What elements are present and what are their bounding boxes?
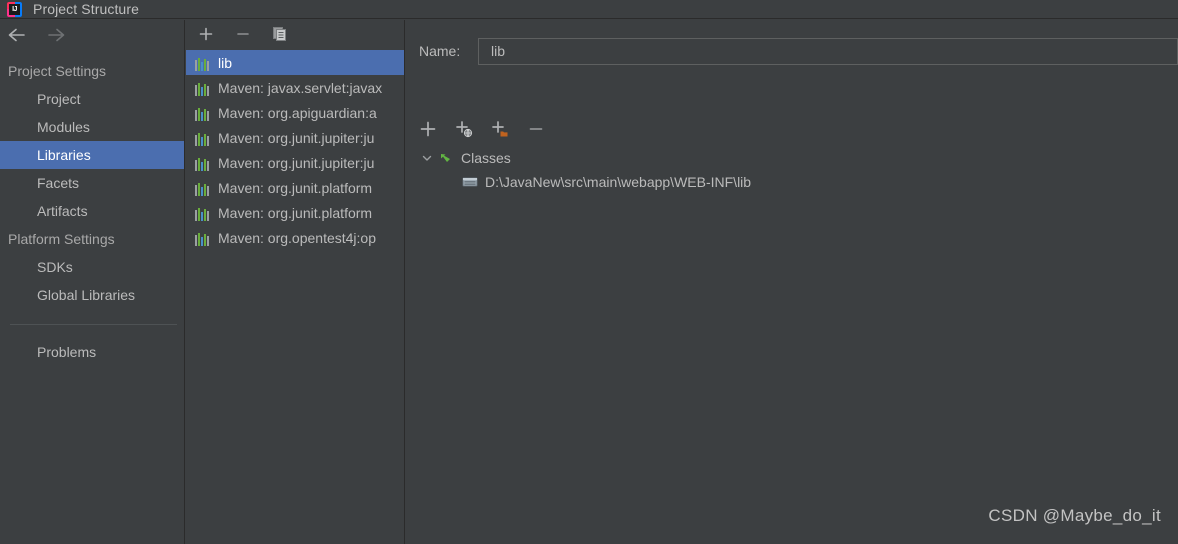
sidebar-item-sdks[interactable]: SDKs — [0, 253, 184, 281]
add-root-button[interactable] — [417, 118, 439, 140]
library-icon — [194, 180, 210, 196]
forward-button[interactable] — [45, 24, 67, 46]
name-row: Name: lib — [406, 37, 1178, 65]
roots-toolbar — [417, 117, 547, 141]
add-directory-button[interactable] — [489, 118, 511, 140]
sidebar-item-facets[interactable]: Facets — [0, 169, 184, 197]
remove-library-button[interactable] — [233, 24, 253, 44]
list-item[interactable]: Maven: org.junit.jupiter:ju — [186, 125, 404, 150]
library-icon — [194, 80, 210, 96]
copy-icon[interactable] — [270, 24, 290, 44]
project-structure-dialog: IJ Project Structure Project Settings Pr… — [0, 0, 1178, 544]
library-icon — [194, 105, 210, 121]
title-bar: IJ Project Structure — [0, 0, 1178, 19]
library-icon — [194, 155, 210, 171]
tree-node-label: D:\JavaNew\src\main\webapp\WEB-INF\lib — [485, 174, 752, 190]
list-item[interactable]: Maven: org.apiguardian:a — [186, 100, 404, 125]
sidebar-item-modules[interactable]: Modules — [0, 113, 184, 141]
sidebar-item-problems[interactable]: Problems — [0, 338, 184, 366]
list-item[interactable]: Maven: org.junit.jupiter:ju — [186, 150, 404, 175]
library-detail-panel: Name: lib Classes D:\JavaNew\src\main\we… — [406, 20, 1178, 544]
sidebar-item-global-libraries[interactable]: Global Libraries — [0, 281, 184, 309]
tree-node-classes-path[interactable]: D:\JavaNew\src\main\webapp\WEB-INF\lib — [406, 170, 1178, 194]
back-button[interactable] — [6, 24, 28, 46]
watermark-text: CSDN @Maybe_do_it — [988, 506, 1161, 525]
library-list: lib Maven: javax.servlet:javax Maven: or… — [186, 50, 404, 250]
settings-sidebar: Project Settings Project Modules Librari… — [0, 20, 185, 544]
library-name: Maven: javax.servlet:javax — [218, 79, 383, 96]
tree-node-classes[interactable]: Classes — [406, 146, 1178, 170]
remove-root-button[interactable] — [525, 118, 547, 140]
library-roots-tree: Classes D:\JavaNew\src\main\webapp\WEB-I… — [406, 146, 1178, 194]
tree-node-label: Classes — [461, 150, 511, 166]
settings-tree: Project Settings Project Modules Librari… — [0, 57, 184, 366]
sidebar-item-artifacts[interactable]: Artifacts — [0, 197, 184, 225]
library-icon — [194, 230, 210, 246]
library-list-toolbar — [186, 20, 404, 48]
library-name: Maven: org.opentest4j:op — [218, 229, 376, 246]
name-input[interactable]: lib — [478, 37, 1178, 65]
list-item[interactable]: Maven: org.opentest4j:op — [186, 225, 404, 250]
list-item[interactable]: Maven: org.junit.platform — [186, 175, 404, 200]
library-name: Maven: org.junit.platform — [218, 204, 373, 221]
archive-icon — [462, 174, 478, 190]
library-name: Maven: org.junit.platform — [218, 179, 373, 196]
library-name: Maven: org.junit.jupiter:ju — [218, 154, 375, 171]
sidebar-item-libraries[interactable]: Libraries — [0, 141, 184, 169]
classes-root-icon — [438, 150, 454, 166]
name-label: Name: — [419, 43, 461, 59]
navigation-bar — [0, 20, 184, 50]
library-name: Maven: org.apiguardian:a — [218, 104, 377, 121]
list-item[interactable]: lib — [186, 50, 404, 75]
sidebar-section-project-settings: Project Settings — [8, 63, 107, 79]
logo-text: IJ — [9, 3, 20, 15]
list-item[interactable]: Maven: org.junit.platform — [186, 200, 404, 225]
sidebar-item-project[interactable]: Project — [0, 85, 184, 113]
intellij-idea-logo-icon: IJ — [7, 1, 22, 17]
add-from-maven-button[interactable] — [453, 118, 475, 140]
add-library-button[interactable] — [196, 24, 216, 44]
library-name: lib — [218, 54, 233, 71]
window-title: Project Structure — [33, 1, 139, 17]
library-list-panel: lib Maven: javax.servlet:javax Maven: or… — [186, 20, 405, 544]
chevron-down-icon[interactable] — [420, 151, 434, 165]
library-icon — [194, 130, 210, 146]
library-icon — [194, 205, 210, 221]
sidebar-section-platform-settings: Platform Settings — [8, 231, 115, 247]
sidebar-divider — [10, 324, 177, 325]
library-icon — [194, 55, 210, 71]
library-name: Maven: org.junit.jupiter:ju — [218, 129, 375, 146]
list-item[interactable]: Maven: javax.servlet:javax — [186, 75, 404, 100]
